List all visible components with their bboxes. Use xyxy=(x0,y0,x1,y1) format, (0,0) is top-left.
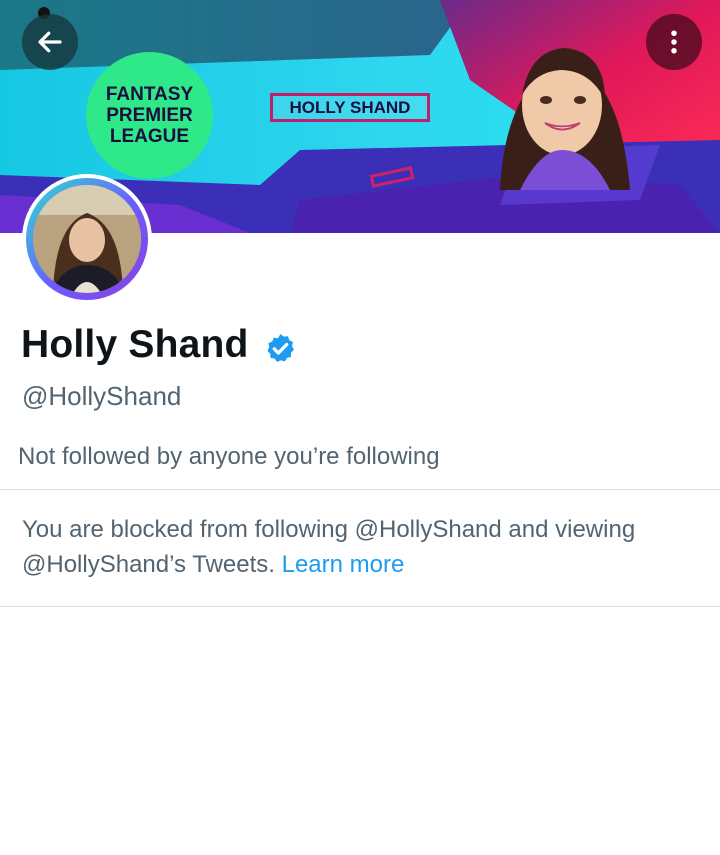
avatar-ring xyxy=(26,178,148,300)
profile-avatar[interactable] xyxy=(22,174,152,304)
avatar-photo xyxy=(33,185,141,293)
fpl-badge: FANTASY PREMIER LEAGUE xyxy=(86,52,213,179)
profile-handle: @HollyShand xyxy=(22,381,182,411)
back-button[interactable] xyxy=(22,14,78,70)
divider xyxy=(0,489,720,490)
divider xyxy=(0,606,720,607)
verified-badge-icon[interactable] xyxy=(264,332,297,365)
display-name: Holly Shand xyxy=(21,323,249,366)
blocked-notice: You are blocked from following @HollySha… xyxy=(22,512,702,582)
learn-more-link[interactable]: Learn more xyxy=(282,551,405,578)
followed-by-text: Not followed by anyone you’re following xyxy=(18,443,440,470)
more-vertical-icon xyxy=(671,30,677,54)
banner-name-label: HOLLY SHAND xyxy=(270,93,430,122)
more-options-button[interactable] xyxy=(646,14,702,70)
arrow-left-icon xyxy=(38,31,62,53)
